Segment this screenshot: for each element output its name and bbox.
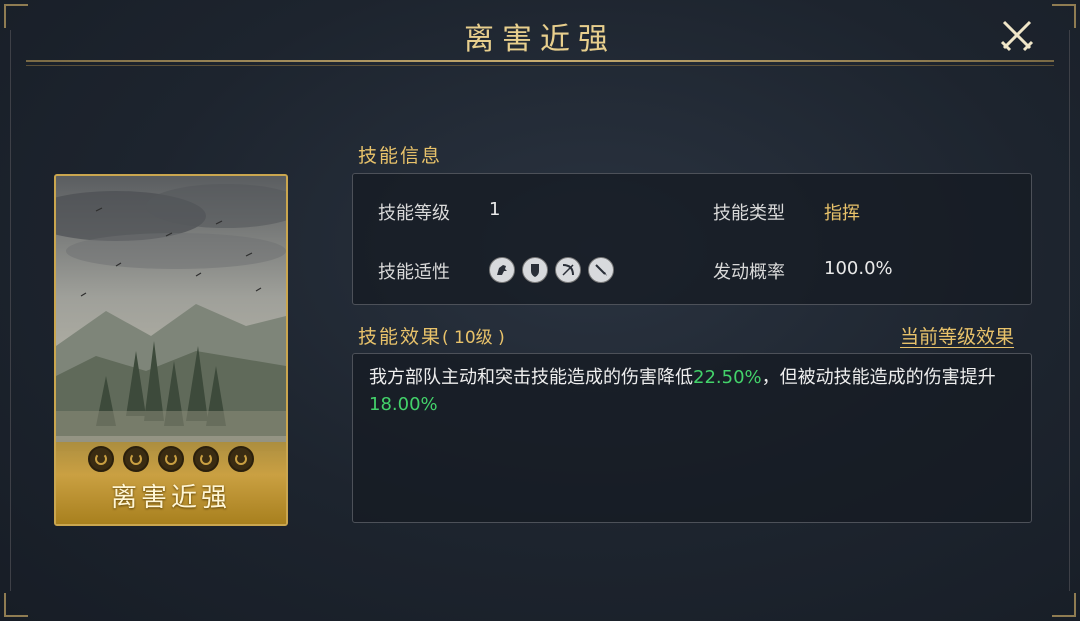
page-title: 离害近强 — [464, 22, 616, 57]
skill-info-panel — [352, 173, 1032, 305]
skill-type-label: 技能类型 — [713, 203, 785, 224]
skill-type-value: 指挥 — [824, 203, 860, 224]
skill-affinity-label: 技能适性 — [378, 262, 450, 283]
card-skill-name: 离害近强 — [110, 483, 231, 513]
frame-right-line — [1069, 30, 1070, 591]
card-level-pips — [56, 446, 286, 472]
spear-icon[interactable] — [588, 257, 614, 283]
header-divider-thin — [26, 65, 1054, 66]
skill-info-heading: 技能信息 — [358, 145, 443, 167]
effect-text-part1: 我方部队主动和突击技能造成的伤害降低 — [369, 367, 693, 388]
frame-corner — [1052, 593, 1076, 617]
level-pip — [123, 446, 149, 472]
effect-value-1: 22.50% — [693, 367, 762, 388]
bow-icon[interactable] — [555, 257, 581, 283]
skill-level-value: 1 — [489, 199, 501, 220]
level-pip — [158, 446, 184, 472]
current-level-effect-link[interactable]: 当前等级效果 — [900, 322, 1014, 349]
level-pip — [228, 446, 254, 472]
skill-affinity-icons — [489, 257, 614, 283]
crossed-swords-close-icon — [1000, 20, 1034, 52]
skill-effect-level-note: ( 10级 ) — [442, 328, 505, 348]
skill-effect-text: 我方部队主动和突击技能造成的伤害降低22.50%，但被动技能造成的伤害提升 18.… — [369, 364, 1009, 418]
level-pip — [88, 446, 114, 472]
close-button[interactable] — [996, 14, 1038, 56]
skill-effect-title: 技能效果 — [358, 326, 443, 348]
trigger-chance-value: 100.0% — [824, 258, 893, 279]
effect-value-2: 18.00% — [369, 394, 438, 415]
cavalry-icon[interactable] — [489, 257, 515, 283]
shield-icon[interactable] — [522, 257, 548, 283]
skill-card: 离害近强 — [54, 174, 288, 526]
frame-corner — [4, 593, 28, 617]
skill-level-label: 技能等级 — [378, 203, 450, 224]
trigger-chance-label: 发动概率 — [713, 262, 785, 283]
header-divider — [26, 60, 1054, 62]
frame-left-line — [10, 30, 11, 591]
effect-text-part2: ，但被动技能造成的伤害提升 — [761, 367, 996, 388]
level-pip — [193, 446, 219, 472]
skill-effect-heading: 技能效果( 10级 ) — [358, 322, 505, 349]
